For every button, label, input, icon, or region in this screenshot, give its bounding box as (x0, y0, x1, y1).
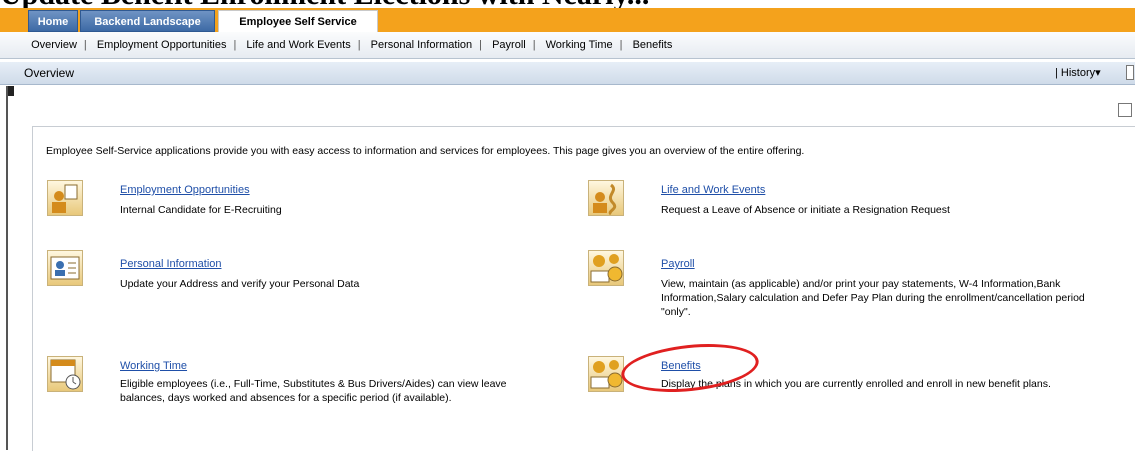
collapse-toggle[interactable] (1118, 103, 1132, 117)
employment-opportunities-link[interactable]: Employment Opportunities (120, 184, 250, 196)
top-navigation: Home Backend Landscape Employee Self Ser… (0, 8, 1135, 33)
subnav-payroll[interactable]: Payroll (492, 39, 526, 51)
secondary-navigation: Overview | Employment Opportunities | Life… (0, 32, 1135, 59)
payroll-desc: View, maintain (as applicable) and/or pr… (661, 278, 1085, 318)
page-title: Overview (24, 66, 75, 80)
subnav-life-work-events[interactable]: Life and Work Events (246, 39, 350, 51)
left-rail (6, 86, 8, 450)
subnav-personal-information[interactable]: Personal Information (371, 39, 473, 51)
employment-icon[interactable] (47, 180, 83, 216)
cropped-caption: Update Benefit Enrollment Elections with… (0, 0, 1135, 8)
personal-information-desc: Update your Address and verify your Pers… (120, 278, 360, 290)
subnav-overview[interactable]: Overview (31, 39, 77, 51)
tab-employee-self-service[interactable]: Employee Self Service (218, 10, 378, 32)
working-time-link[interactable]: Working Time (120, 360, 187, 372)
subnav-working-time[interactable]: Working Time (546, 39, 613, 51)
subnav-employment-opportunities[interactable]: Employment Opportunities (97, 39, 227, 51)
page-title-bar: Overview | History▾ (0, 62, 1135, 85)
personal-info-icon[interactable] (47, 250, 83, 286)
dropdown-arrow-icon: ▾ (1095, 67, 1101, 79)
history-link[interactable]: | History▾ (1055, 62, 1101, 84)
life-work-events-desc: Request a Leave of Absence or initiate a… (661, 204, 950, 216)
rail-marker (8, 86, 14, 96)
payroll-icon[interactable] (588, 250, 624, 286)
more-menu-icon[interactable] (1126, 65, 1134, 80)
employment-opportunities-desc: Internal Candidate for E-Recruiting (120, 204, 282, 216)
intro-text: Employee Self-Service applications provi… (46, 145, 805, 157)
benefits-icon[interactable] (588, 356, 624, 392)
life-events-icon[interactable] (588, 180, 624, 216)
life-work-events-link[interactable]: Life and Work Events (661, 184, 765, 196)
tab-backend-landscape[interactable]: Backend Landscape (80, 10, 215, 32)
tab-home[interactable]: Home (28, 10, 78, 32)
subnav-benefits[interactable]: Benefits (633, 39, 673, 51)
payroll-link[interactable]: Payroll (661, 258, 695, 270)
personal-information-link[interactable]: Personal Information (120, 258, 222, 270)
working-time-desc: Eligible employees (i.e., Full-Time, Sub… (120, 378, 507, 404)
calendar-clock-icon[interactable] (47, 356, 83, 392)
